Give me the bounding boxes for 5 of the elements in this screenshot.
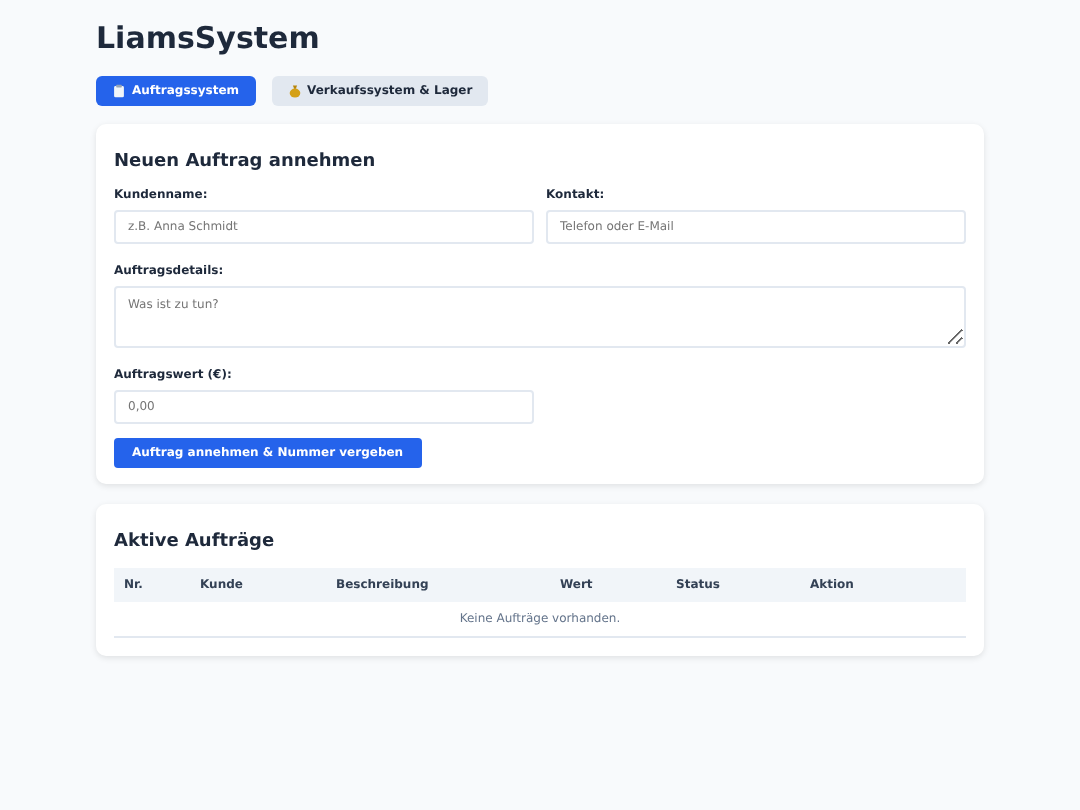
section-title: Aktive Aufträge — [114, 532, 277, 552]
section-title: Neuen Auftrag annehmen — [114, 152, 378, 172]
clipboard-icon — [112, 84, 126, 98]
money-bag-icon — [287, 84, 302, 98]
app-title: LiamsSystem — [96, 20, 322, 56]
